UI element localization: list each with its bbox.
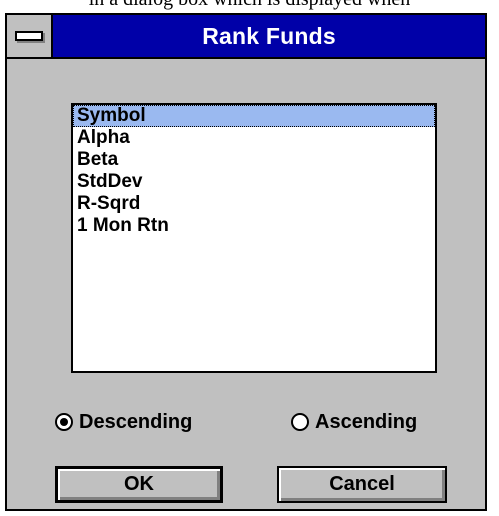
cancel-button[interactable]: Cancel — [277, 466, 447, 503]
system-menu-button[interactable] — [7, 15, 53, 57]
descending-radio[interactable]: Descending — [55, 408, 192, 436]
list-item[interactable]: R-Sqrd — [73, 193, 435, 215]
radio-circle-icon — [55, 413, 73, 431]
dialog-title: Rank Funds — [202, 23, 336, 49]
descending-label: Descending — [79, 410, 193, 433]
rank-funds-dialog: Rank Funds Symbol Alpha Beta StdDev R-Sq… — [5, 13, 487, 511]
list-item[interactable]: 1 Mon Rtn — [73, 215, 435, 237]
ascending-radio[interactable]: Ascending — [291, 408, 417, 436]
ascending-label: Ascending — [315, 410, 418, 433]
list-item[interactable]: Symbol — [73, 105, 435, 127]
screenshot: in a dialog box which is displayed when … — [0, 0, 499, 516]
fund-field-listbox[interactable]: Symbol Alpha Beta StdDev R-Sqrd 1 Mon Rt… — [71, 103, 437, 373]
list-item[interactable]: StdDev — [73, 171, 435, 193]
list-item[interactable]: Beta — [73, 149, 435, 171]
background-caption-text: in a dialog box which is displayed when — [0, 0, 499, 11]
system-menu-icon — [15, 31, 43, 41]
title-bar: Rank Funds — [7, 15, 485, 59]
ok-button[interactable]: OK — [55, 466, 223, 503]
radio-circle-icon — [291, 413, 309, 431]
list-item[interactable]: Alpha — [73, 127, 435, 149]
